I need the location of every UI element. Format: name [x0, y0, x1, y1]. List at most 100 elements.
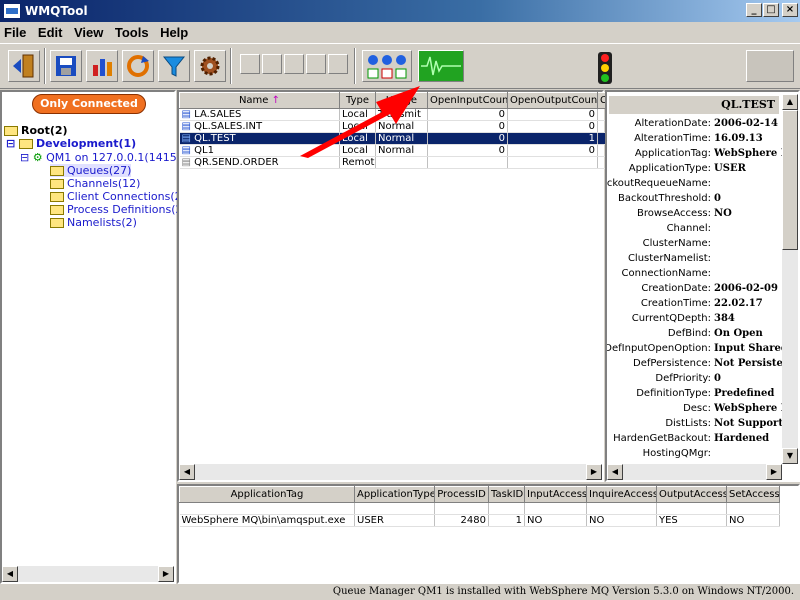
property-key: BrowseAccess:: [636, 208, 711, 219]
tree-namelists[interactable]: Namelists(2): [50, 216, 137, 229]
scroll-left-icon[interactable]: ◀: [2, 566, 18, 582]
open-output-count: 1: [507, 132, 598, 145]
menu-tools[interactable]: Tools: [111, 22, 153, 43]
property-row: DefInputOpenOption: Input Shared: [607, 343, 783, 358]
column-header-application-type[interactable]: ApplicationType: [354, 486, 435, 503]
menu-file[interactable]: File: [0, 22, 30, 43]
save-icon[interactable]: [50, 50, 82, 82]
layout-list-icon[interactable]: [262, 54, 282, 74]
property-row: BackoutRequeueName:: [607, 178, 783, 193]
column-header-open-output[interactable]: OpenOutputCount: [507, 92, 598, 109]
tree-client-connections[interactable]: Client Connections(2): [50, 190, 186, 203]
scroll-up-icon[interactable]: ▲: [782, 94, 798, 110]
layout-tile-icon[interactable]: [240, 54, 260, 74]
property-row: BrowseAccess: NO: [607, 208, 783, 223]
tree-channels[interactable]: Channels(12): [50, 177, 140, 190]
property-row: ApplicationType: USER: [607, 163, 783, 178]
tree-horizontal-scrollbar[interactable]: ◀ ▶: [2, 566, 174, 582]
property-row: CurrentQDepth: 384: [607, 313, 783, 328]
property-row: DefinitionType: Predefined: [607, 388, 783, 403]
tree-root[interactable]: Root(2): [4, 124, 68, 137]
layout-window-icon[interactable]: [306, 54, 326, 74]
scroll-down-icon[interactable]: ▼: [782, 448, 798, 464]
property-key: HardenGetBackout:: [613, 433, 711, 444]
filter-icon[interactable]: [158, 50, 190, 82]
scroll-left-icon[interactable]: ◀: [179, 464, 195, 480]
tree-queues[interactable]: Queues(27): [50, 164, 132, 177]
property-value: USER: [714, 163, 746, 174]
exit-icon[interactable]: [8, 50, 40, 82]
property-row: Desc:WebSphere M: [607, 403, 783, 418]
property-row: ClusterNamelist:: [607, 253, 783, 268]
traffic-light-icon: [594, 52, 616, 87]
queue-table-horizontal-scrollbar[interactable]: ◀ ▶: [179, 464, 602, 480]
minimize-button[interactable]: _: [746, 3, 762, 17]
maximize-button[interactable]: □: [763, 3, 779, 17]
property-key: CurrentQDepth:: [631, 313, 711, 324]
settings-gear-icon[interactable]: [194, 50, 226, 82]
tree-queue-manager[interactable]: ⊟ ⚙ QM1 on 127.0.0.1(1415: [20, 151, 177, 164]
remote-queue-icon: ▤: [181, 157, 191, 168]
scroll-thumb[interactable]: [782, 110, 798, 250]
property-row: CreationTime: 22.02.17: [607, 298, 783, 313]
properties-panel: QL.TEST AlterationDate: 2006-02-14 Alterat…: [605, 90, 800, 482]
column-header-process-id[interactable]: ProcessID: [434, 486, 489, 503]
status-text: Queue Manager QM1 is installed with WebS…: [332, 586, 794, 597]
panel-toggle-icon[interactable]: [746, 50, 794, 82]
refresh-icon[interactable]: [122, 50, 154, 82]
property-key: AlterationDate:: [634, 118, 711, 129]
column-header-inquire-access[interactable]: InquireAccess: [586, 486, 657, 503]
property-value: 22.02.17: [714, 298, 763, 309]
property-value: 384: [714, 313, 735, 324]
queue-name: LA.SALES: [194, 109, 242, 120]
column-header-set-access[interactable]: SetAccess: [726, 486, 780, 503]
menu-edit[interactable]: Edit: [34, 22, 67, 43]
property-row: ApplicationTag:WebSphere M: [607, 148, 783, 163]
table-row[interactable]: WebSphere MQ\bin\amqsput.exe USER 2480 1…: [179, 514, 780, 527]
scroll-left-icon[interactable]: ◀: [607, 464, 623, 480]
properties-vertical-scrollbar[interactable]: ▲ ▼: [782, 94, 798, 464]
input-access: NO: [524, 514, 587, 527]
property-key: ApplicationType:: [628, 163, 711, 174]
toolbar-separator: [230, 48, 232, 84]
handles-table-panel: ApplicationTag ApplicationType ProcessID…: [177, 484, 800, 584]
tree-process-definitions-label: Process Definitions(2): [67, 203, 187, 216]
property-key: HostingQMgr:: [642, 448, 711, 459]
folder-icon: [50, 166, 64, 176]
tree-panel: Only Connected Root(2) ⊟ Development(1) …: [0, 90, 187, 584]
tree-development[interactable]: ⊟ Development(1): [6, 137, 136, 150]
only-connected-button[interactable]: Only Connected: [32, 94, 146, 114]
property-key: CreationTime:: [640, 298, 711, 309]
column-header-task-id[interactable]: TaskID: [488, 486, 525, 503]
set-access: NO: [726, 514, 780, 527]
output-access: YES: [656, 514, 727, 527]
column-header-output-access[interactable]: OutputAccess: [656, 486, 727, 503]
chart-icon[interactable]: [86, 50, 118, 82]
scroll-right-icon[interactable]: ▶: [766, 464, 782, 480]
properties-horizontal-scrollbar[interactable]: ◀ ▶: [607, 464, 782, 480]
scroll-right-icon[interactable]: ▶: [158, 566, 174, 582]
menu-view[interactable]: View: [70, 22, 107, 43]
column-header-application-tag[interactable]: ApplicationTag: [179, 486, 355, 503]
queue-name: QR.SEND.ORDER: [194, 157, 279, 168]
column-name-label: Name: [238, 95, 269, 106]
property-row: HostingQMgr:: [607, 448, 783, 462]
queue-manager-icon: ⚙: [32, 151, 43, 164]
property-row: DefPriority: 0: [607, 373, 783, 388]
layout-blank-icon[interactable]: [328, 54, 348, 74]
property-key: DistLists:: [665, 418, 711, 429]
title-bar: WMQTool _ □ ×: [0, 0, 800, 22]
open-output-count: 0: [507, 120, 598, 133]
property-key: DefInputOpenOption:: [607, 343, 711, 354]
column-header-input-access[interactable]: InputAccess: [524, 486, 587, 503]
close-button[interactable]: ×: [782, 3, 798, 17]
menu-help[interactable]: Help: [156, 22, 192, 43]
scroll-right-icon[interactable]: ▶: [586, 464, 602, 480]
layout-chart-icon[interactable]: [284, 54, 304, 74]
property-row: AlterationDate: 2006-02-14: [607, 118, 783, 133]
queue-name: QL1: [194, 145, 214, 156]
queue-name: QL.TEST: [194, 133, 236, 144]
property-row: DistLists:Not Supported: [607, 418, 783, 433]
tree-process-definitions[interactable]: Process Definitions(2): [50, 203, 187, 216]
property-key: CreationDate:: [641, 283, 711, 294]
